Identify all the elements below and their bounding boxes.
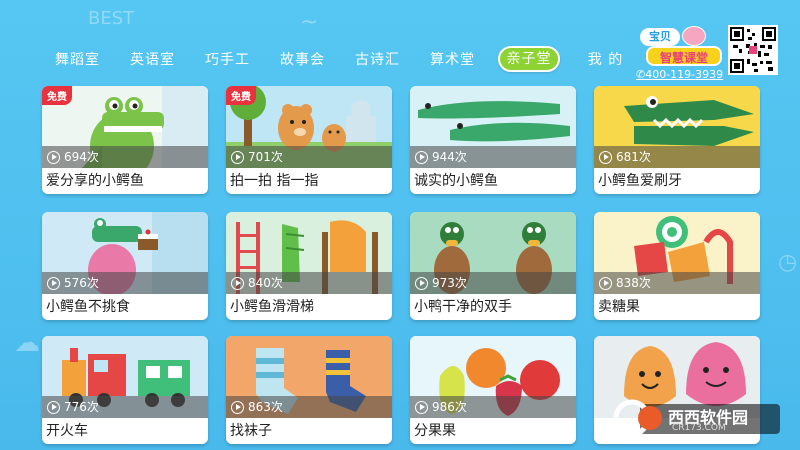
play-count: 681次 xyxy=(594,146,760,168)
tab-dance[interactable]: 舞蹈室 xyxy=(40,49,115,69)
thumbnail: 986次 xyxy=(410,336,576,418)
site-watermark: 西西软件园 CR173.COM xyxy=(612,398,780,438)
video-card[interactable]: 776次 开火车 xyxy=(42,336,208,444)
doodle-cloud-icon: ☁ xyxy=(14,328,40,358)
play-icon xyxy=(47,150,60,164)
tab-math[interactable]: 算术堂 xyxy=(415,49,490,69)
play-icon xyxy=(231,276,244,290)
play-count: 840次 xyxy=(226,272,392,294)
doodle-clock-icon: ◷ xyxy=(778,250,798,275)
video-card[interactable]: 838次 卖糖果 xyxy=(594,212,760,320)
video-title: 诚实的小鳄鱼 xyxy=(414,173,498,189)
thumbnail: 576次 xyxy=(42,212,208,294)
thumbnail: 838次 xyxy=(594,212,760,294)
tab-crafts[interactable]: 巧手工 xyxy=(190,49,265,69)
phone-text: 400-119-3939 xyxy=(645,68,724,81)
play-count-text: 944次 xyxy=(432,150,467,164)
tab-mine[interactable]: 我 的 xyxy=(568,49,643,69)
qr-code-icon xyxy=(728,25,778,75)
doodle-best: BEST xyxy=(88,8,135,29)
play-count-text: 973次 xyxy=(432,276,467,290)
thumbnail: 免费 694次 xyxy=(42,86,208,168)
play-icon xyxy=(231,150,244,164)
thumbnail: 973次 xyxy=(410,212,576,294)
phone-number: ✆400-119-3939 xyxy=(636,68,724,81)
category-nav: 舞蹈室 英语室 巧手工 故事会 古诗汇 算术堂 亲子堂 我 的 xyxy=(40,46,643,72)
play-count-text: 840次 xyxy=(248,276,283,290)
play-count-text: 776次 xyxy=(64,400,99,414)
video-card[interactable]: 681次 小鳄鱼爱刷牙 xyxy=(594,86,760,194)
logo-main-text: 智慧课堂 xyxy=(646,46,722,66)
pig-icon xyxy=(682,26,706,46)
play-icon xyxy=(415,150,428,164)
video-title: 爱分享的小鳄鱼 xyxy=(46,173,144,189)
free-badge: 免费 xyxy=(42,86,72,105)
thumbnail: 681次 xyxy=(594,86,760,168)
play-count-text: 701次 xyxy=(248,150,283,164)
video-card[interactable]: 973次 小鸭干净的双手 xyxy=(410,212,576,320)
play-count-text: 863次 xyxy=(248,400,283,414)
video-title: 拍一拍 指一指 xyxy=(230,173,319,189)
video-title: 开火车 xyxy=(46,423,88,439)
video-card[interactable]: 986次 分果果 xyxy=(410,336,576,444)
video-title: 小鳄鱼滑滑梯 xyxy=(230,299,314,315)
app-logo: 宝贝 智慧课堂 xyxy=(636,24,724,68)
video-card[interactable]: 840次 小鳄鱼滑滑梯 xyxy=(226,212,392,320)
play-count: 776次 xyxy=(42,396,208,418)
play-icon xyxy=(599,150,612,164)
play-icon xyxy=(599,276,612,290)
play-count-text: 576次 xyxy=(64,276,99,290)
video-card[interactable]: 576次 小鳄鱼不挑食 xyxy=(42,212,208,320)
play-icon xyxy=(47,276,60,290)
video-title: 卖糖果 xyxy=(598,299,640,315)
tab-english[interactable]: 英语室 xyxy=(115,49,190,69)
play-count: 694次 xyxy=(42,146,208,168)
video-card[interactable]: 944次 诚实的小鳄鱼 xyxy=(410,86,576,194)
free-badge: 免费 xyxy=(226,86,256,105)
doodle-wave: ~ xyxy=(300,10,319,35)
watermark-sub-text: CR173.COM xyxy=(672,423,726,433)
play-icon xyxy=(47,400,60,414)
video-card[interactable]: 免费 694次 爱分享的小鳄鱼 xyxy=(42,86,208,194)
video-title: 小鳄鱼爱刷牙 xyxy=(598,173,682,189)
thumbnail: 944次 xyxy=(410,86,576,168)
video-card[interactable]: 863次 找袜子 xyxy=(226,336,392,444)
play-icon xyxy=(415,400,428,414)
play-count: 863次 xyxy=(226,396,392,418)
video-title: 找袜子 xyxy=(230,423,272,439)
play-count-text: 694次 xyxy=(64,150,99,164)
tab-poems[interactable]: 古诗汇 xyxy=(340,49,415,69)
logo-top-text: 宝贝 xyxy=(640,28,680,46)
tab-stories[interactable]: 故事会 xyxy=(265,49,340,69)
tab-parent-child[interactable]: 亲子堂 xyxy=(498,46,560,72)
video-title: 分果果 xyxy=(414,423,456,439)
thumbnail: 840次 xyxy=(226,212,392,294)
play-count: 701次 xyxy=(226,146,392,168)
video-title: 小鳄鱼不挑食 xyxy=(46,299,130,315)
thumbnail: 免费 701次 xyxy=(226,86,392,168)
play-count: 838次 xyxy=(594,272,760,294)
play-count-text: 986次 xyxy=(432,400,467,414)
play-count: 576次 xyxy=(42,272,208,294)
thumbnail: 863次 xyxy=(226,336,392,418)
play-count: 986次 xyxy=(410,396,576,418)
video-card[interactable]: 免费 701次 拍一拍 指一指 xyxy=(226,86,392,194)
play-icon xyxy=(415,276,428,290)
play-count-text: 838次 xyxy=(616,276,651,290)
play-icon xyxy=(231,400,244,414)
play-count-text: 681次 xyxy=(616,150,651,164)
video-title: 小鸭干净的双手 xyxy=(414,299,512,315)
play-count: 973次 xyxy=(410,272,576,294)
play-count: 944次 xyxy=(410,146,576,168)
thumbnail: 776次 xyxy=(42,336,208,418)
